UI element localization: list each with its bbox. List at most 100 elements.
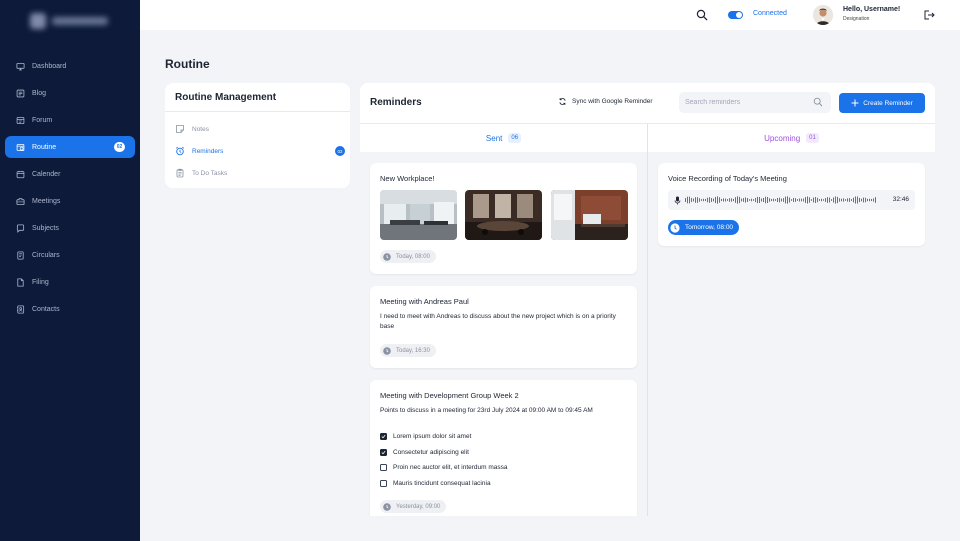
clock-icon xyxy=(383,502,391,511)
user-greeting: Hello, Username! xyxy=(843,6,901,13)
create-reminder-button[interactable]: Create Reminder xyxy=(839,93,925,113)
clock-icon xyxy=(383,252,391,261)
sidebar-item-meetings[interactable]: Meetings xyxy=(5,190,135,212)
routine-item-todo[interactable]: To Do Tasks xyxy=(175,166,345,180)
routine-item-reminders[interactable]: Reminders 02 xyxy=(175,144,345,158)
upcoming-column: Upcoming 01 Voice Recording of Today's M… xyxy=(648,124,935,516)
calendar-icon xyxy=(16,170,25,178)
reminder-time-badge: Yesterday, 09:00 xyxy=(380,500,447,513)
checklist-item[interactable]: Mauris tincidunt consequat lacinia xyxy=(380,480,491,487)
sent-count-badge: 06 xyxy=(508,133,522,143)
reminders-count-badge: 02 xyxy=(335,146,345,156)
routine-management-card: Routine Management Notes Reminders 02 To… xyxy=(165,83,350,188)
sync-label: Sync with Google Reminder xyxy=(572,98,653,105)
reminder-time: Tomorrow, 08:00 xyxy=(685,224,734,231)
reminder-title: Meeting with Development Group Week 2 xyxy=(380,391,519,400)
voice-recording-player[interactable]: 32:46 xyxy=(668,190,915,210)
sidebar-item-label: Dashboard xyxy=(32,62,67,70)
routine-item-label: Notes xyxy=(192,125,209,133)
subjects-icon xyxy=(16,223,25,233)
checklist-text: Proin nec auctor elit, et interdum massa xyxy=(393,464,508,471)
search-reminders-input[interactable] xyxy=(679,92,831,113)
checkbox[interactable] xyxy=(380,449,387,456)
sync-icon xyxy=(559,98,566,105)
sent-column: Sent 06 New Workplace! Today, 08:00 Meet… xyxy=(360,124,647,516)
upcoming-count-badge: 01 xyxy=(806,133,819,143)
audio-waveform[interactable] xyxy=(685,194,877,206)
app-logo[interactable] xyxy=(30,11,112,31)
reminder-card[interactable]: Voice Recording of Today's Meeting 32:46… xyxy=(658,163,925,246)
routine-management-title: Routine Management xyxy=(175,92,277,103)
checklist-text: Mauris tincidunt consequat lacinia xyxy=(393,480,491,487)
clock-icon xyxy=(670,222,680,233)
user-designation: Designation xyxy=(843,16,870,22)
sidebar-item-blog[interactable]: Blog xyxy=(5,82,135,104)
top-bar: Connected Hello, Username! Designation xyxy=(140,0,960,30)
forum-icon xyxy=(16,116,25,124)
connection-status: Connected xyxy=(753,10,787,17)
workplace-photo[interactable] xyxy=(551,190,628,240)
checklist-item[interactable]: Proin nec auctor elit, et interdum massa xyxy=(380,464,508,471)
reminders-panel: Reminders Sync with Google Reminder Crea… xyxy=(360,83,935,516)
sidebar-item-label: Routine xyxy=(32,143,57,151)
search-icon[interactable] xyxy=(696,9,708,21)
sidebar-item-calender[interactable]: Calender xyxy=(5,163,135,185)
reminder-card[interactable]: Meeting with Andreas Paul I need to meet… xyxy=(370,286,637,368)
sidebar-item-label: Calender xyxy=(32,170,61,178)
avatar[interactable] xyxy=(813,5,833,25)
circulars-icon xyxy=(17,250,24,260)
reminder-description: I need to meet with Andreas to discuss a… xyxy=(380,313,616,330)
reminders-title: Reminders xyxy=(370,97,422,108)
meetings-icon xyxy=(16,197,25,205)
reminder-title: New Workplace! xyxy=(380,174,435,183)
sidebar: Dashboard Blog Forum Routine 02 Calender… xyxy=(0,0,140,541)
routine-count-badge: 02 xyxy=(114,142,125,152)
checklist-text: Lorem ipsum dolor sit amet xyxy=(393,433,472,440)
sidebar-item-label: Meetings xyxy=(32,197,61,205)
reminder-time: Today, 08:00 xyxy=(396,253,430,260)
sidebar-item-subjects[interactable]: Subjects xyxy=(5,217,135,239)
logout-icon[interactable] xyxy=(923,9,935,21)
sent-label: Sent xyxy=(485,133,503,143)
page-title: Routine xyxy=(165,57,210,71)
divider xyxy=(165,111,350,112)
sidebar-item-label: Circulars xyxy=(32,251,60,259)
checklist-item[interactable]: Consectetur adipiscing elit xyxy=(380,449,469,456)
sidebar-item-label: Contacts xyxy=(32,305,60,313)
routine-icon xyxy=(16,143,25,151)
workplace-photo[interactable] xyxy=(465,190,542,240)
sidebar-item-circulars[interactable]: Circulars xyxy=(5,244,135,266)
reminder-time-badge: Today, 08:00 xyxy=(380,250,436,263)
sidebar-item-filing[interactable]: Filing xyxy=(5,271,135,293)
plus-icon xyxy=(851,99,859,107)
sidebar-item-contacts[interactable]: Contacts xyxy=(5,298,135,320)
routine-item-notes[interactable]: Notes xyxy=(175,122,345,136)
routine-item-label: To Do Tasks xyxy=(192,169,228,177)
sidebar-item-forum[interactable]: Forum xyxy=(5,109,135,131)
reminder-time: Today, 16:30 xyxy=(396,347,430,354)
blog-icon xyxy=(16,89,25,97)
checkbox[interactable] xyxy=(380,433,387,440)
checkbox[interactable] xyxy=(380,464,387,471)
alarm-clock-icon xyxy=(175,146,185,156)
reminder-time: Yesterday, 09:00 xyxy=(396,503,441,510)
sync-google-button[interactable]: Sync with Google Reminder xyxy=(558,97,653,106)
reminder-card[interactable]: New Workplace! Today, 08:00 xyxy=(370,163,637,274)
sidebar-item-routine[interactable]: Routine 02 xyxy=(5,136,135,158)
sidebar-item-label: Subjects xyxy=(32,224,59,232)
upcoming-column-header[interactable]: Upcoming 01 xyxy=(648,124,935,152)
checklist-text: Consectetur adipiscing elit xyxy=(393,449,469,456)
checkbox[interactable] xyxy=(380,480,387,487)
connection-toggle[interactable] xyxy=(728,11,743,19)
upcoming-label: Upcoming xyxy=(764,133,801,143)
checklist-item[interactable]: Lorem ipsum dolor sit amet xyxy=(380,433,471,440)
reminder-card[interactable]: Meeting with Development Group Week 2 Po… xyxy=(370,380,637,516)
search-icon[interactable] xyxy=(813,97,823,107)
reminder-time-badge: Tomorrow, 08:00 xyxy=(668,220,740,235)
clock-icon xyxy=(383,346,391,355)
sidebar-item-dashboard[interactable]: Dashboard xyxy=(5,55,135,77)
reminder-description: Points to discuss in a meeting for 23rd … xyxy=(380,407,593,414)
microphone-icon[interactable] xyxy=(674,196,681,205)
sent-column-header[interactable]: Sent 06 xyxy=(360,124,647,152)
workplace-photo[interactable] xyxy=(380,190,457,240)
